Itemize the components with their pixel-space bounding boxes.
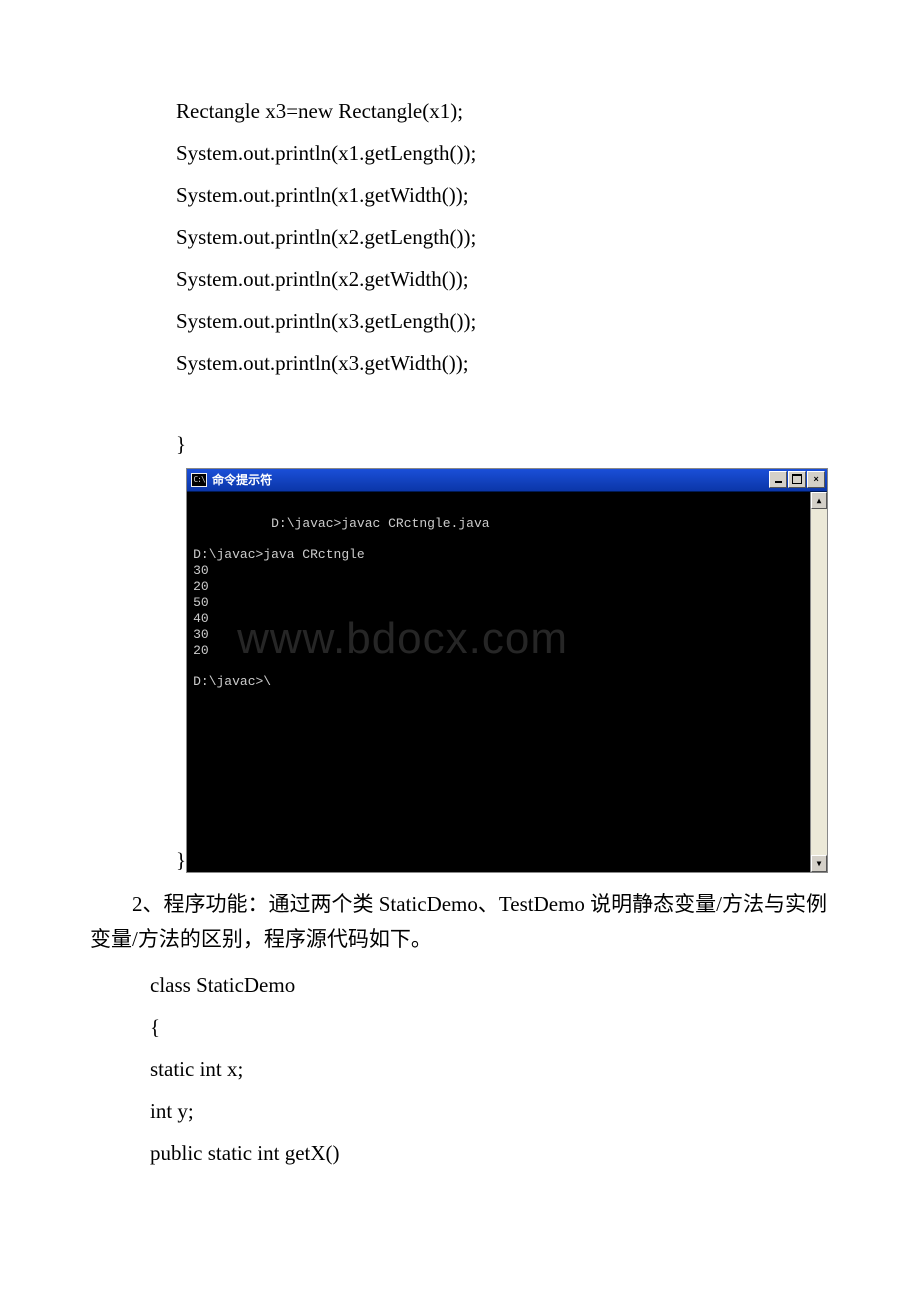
terminal-output: D:\javac>javac CRctngle.java D:\javac>ja… xyxy=(187,492,810,872)
code-line: Rectangle x3=new Rectangle(x1); xyxy=(176,90,830,132)
document-page: Rectangle x3=new Rectangle(x1); System.o… xyxy=(0,0,920,1214)
terminal-scrollbar[interactable]: ▲ ▼ xyxy=(810,492,827,872)
terminal-row: } C:\ 命令提示符 × D:\javac>javac CRctngle.ja… xyxy=(176,468,830,873)
blank-line xyxy=(90,384,830,426)
closing-brace: } xyxy=(176,426,830,464)
terminal-body-wrap: D:\javac>javac CRctngle.java D:\javac>ja… xyxy=(187,492,827,872)
cmd-icon: C:\ xyxy=(191,473,207,487)
code-line: int y; xyxy=(150,1090,830,1132)
scroll-up-button[interactable]: ▲ xyxy=(811,492,827,509)
scroll-track[interactable] xyxy=(811,509,827,855)
terminal-title: 命令提示符 xyxy=(212,471,272,488)
window-buttons: × xyxy=(769,471,825,488)
code-line: public static int getX() xyxy=(150,1132,830,1174)
terminal-titlebar: C:\ 命令提示符 × xyxy=(187,469,827,492)
code-line: System.out.println(x2.getWidth()); xyxy=(176,258,830,300)
code-line: System.out.println(x3.getWidth()); xyxy=(176,342,830,384)
closing-brace: } xyxy=(176,850,186,873)
close-button[interactable]: × xyxy=(807,471,825,488)
terminal-window: C:\ 命令提示符 × D:\javac>javac CRctngle.java… xyxy=(186,468,828,873)
paragraph-text: 2、程序功能：通过两个类 StaticDemo、TestDemo 说明静态变量/… xyxy=(90,887,830,958)
code-line: class StaticDemo xyxy=(150,964,830,1006)
code-line: System.out.println(x1.getWidth()); xyxy=(176,174,830,216)
minimize-button[interactable] xyxy=(769,471,787,488)
code-line: { xyxy=(150,1006,830,1048)
terminal-text: D:\javac>javac CRctngle.java D:\javac>ja… xyxy=(193,516,489,690)
code-line: static int x; xyxy=(150,1048,830,1090)
maximize-button[interactable] xyxy=(788,471,806,488)
code-line: System.out.println(x1.getLength()); xyxy=(176,132,830,174)
code-line: System.out.println(x2.getLength()); xyxy=(176,216,830,258)
code-line: System.out.println(x3.getLength()); xyxy=(176,300,830,342)
watermark-text: www.bdocx.com xyxy=(237,612,568,666)
scroll-down-button[interactable]: ▼ xyxy=(811,855,827,872)
